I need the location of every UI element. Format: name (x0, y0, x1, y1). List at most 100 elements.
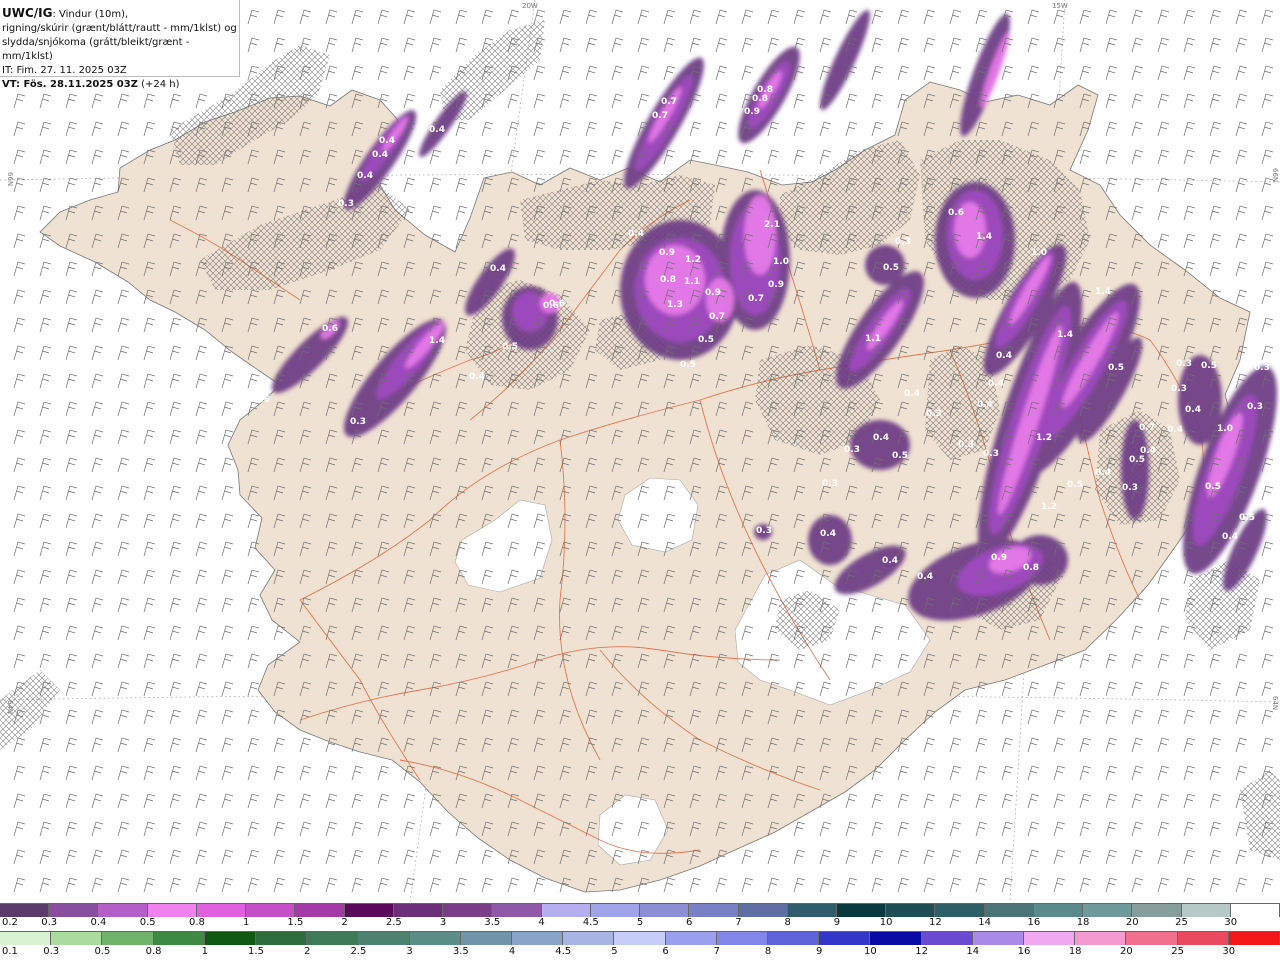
precip-value: 0.3 (338, 199, 354, 209)
precip-value: 0.5 (1108, 363, 1124, 373)
legend-swatch (1033, 904, 1084, 917)
precip-value: 0.5 (680, 360, 696, 370)
grid-label-15w: 15W (1052, 2, 1068, 10)
precip-value: 0.4 (820, 529, 836, 539)
precip-value: 0.3 (1171, 384, 1187, 394)
grid-label-64n-right: 64N (1271, 696, 1279, 710)
precip-value: 0.5 (1205, 482, 1221, 492)
legend-label: 0.2 (2, 917, 18, 928)
legend-snow-colorbar (0, 903, 1280, 917)
precip-value: 0.4 (977, 400, 993, 410)
legend-swatch (787, 904, 837, 917)
legend-swatch (870, 932, 922, 945)
legend-rain-colorbar (0, 931, 1280, 945)
map-header: UWC/IG: Vindur (10m), rigning/skúrir (gr… (0, 0, 240, 90)
precip-value: 0.4 (1222, 532, 1238, 542)
forecast-lead: (+24 h) (137, 79, 180, 90)
legend-swatch (1132, 904, 1182, 917)
legend-swatch (147, 904, 197, 917)
legend-swatch (0, 904, 50, 917)
legend-label: 2.5 (385, 917, 402, 928)
precip-value: 0.4 (1185, 405, 1201, 415)
legend-label: 0.5 (94, 946, 111, 957)
legend-label: 14 (978, 917, 991, 928)
legend-label: 2 (304, 946, 311, 957)
precip-value: 0.4 (1140, 446, 1156, 456)
precip-value: 0.6 (948, 208, 964, 218)
weather-map[interactable]: 0.40.60.40.40.40.30.70.70.80.80.90.92.10… (0, 0, 1280, 902)
legend-label: 4 (538, 917, 545, 928)
legend-label: 18 (1068, 946, 1082, 957)
legend-label: 0.5 (139, 917, 156, 928)
legend-swatch (563, 932, 615, 945)
precip-value: 1.0 (1031, 248, 1047, 258)
precip-value: 0.4 (490, 264, 506, 274)
legend-swatch (1083, 904, 1133, 917)
precip-value: 0.4 (873, 433, 889, 443)
legend-label: 20 (1125, 917, 1139, 928)
legend-swatch (98, 904, 148, 917)
legend-label: 7 (713, 946, 720, 957)
precip-value: 0.6 (543, 301, 559, 311)
precip-value: 0.7 (661, 97, 677, 107)
precip-value: 0.3 (844, 445, 860, 455)
legend-label: 10 (879, 917, 893, 928)
legend-label: 3 (439, 917, 447, 928)
legend-label: 20 (1120, 946, 1133, 957)
precip-value: 0.3 (926, 409, 942, 419)
legend-swatch (49, 904, 99, 917)
precip-value: 0.7 (709, 312, 725, 322)
legend-label: 2 (341, 917, 348, 928)
precip-value: 0.3 (1254, 363, 1270, 373)
precip-value: 0.5 (1201, 361, 1217, 371)
legend-label: 0.1 (2, 946, 18, 957)
legend-swatch (256, 932, 308, 945)
precip-value: 0.7 (748, 294, 764, 304)
legend-swatch (246, 904, 296, 917)
legend-label: 12 (929, 917, 942, 928)
legend-label: 9 (816, 946, 823, 957)
legend-swatch (972, 932, 1025, 945)
legend-swatch (196, 904, 247, 917)
precip-value: 0.3 (1176, 359, 1192, 369)
legend-label: 30 (1224, 917, 1238, 928)
legend-swatch (102, 932, 154, 945)
legend-swatch (716, 932, 769, 945)
legend-swatch (492, 904, 542, 917)
precip-value: 0.5 (1067, 480, 1083, 490)
precip-value: 1.0 (773, 257, 789, 267)
precip-value: 0.4 (1095, 468, 1111, 478)
precip-value: 0.5 (883, 263, 899, 273)
precip-value: 0.5 (1129, 455, 1145, 465)
legend-label: 5 (636, 917, 644, 928)
legend-swatch (984, 904, 1034, 917)
precip-value: 0.4 (628, 229, 644, 239)
legend-swatch (886, 904, 936, 917)
legend-label: 6 (662, 946, 669, 957)
precip-value: 0.4 (357, 171, 373, 181)
precip-value: 0.4 (469, 372, 485, 382)
legend-label: 25 (1175, 917, 1188, 928)
header-line1: : Vindur (10m), (52, 9, 129, 20)
precip-value: 1.1 (684, 277, 700, 287)
legend-swatch (689, 904, 739, 917)
precip-value: 0.5 (1239, 513, 1255, 523)
legend-swatch (921, 932, 973, 945)
legend-swatch (1075, 932, 1127, 945)
legend-label: 16 (1017, 946, 1031, 957)
precip-value: 2.1 (764, 220, 780, 230)
precip-value: 0.4 (882, 556, 898, 566)
legend-label: 0.3 (41, 917, 58, 928)
legend-label: 25 (1171, 946, 1184, 957)
legend-label: 0.4 (90, 917, 107, 928)
legend-label: 8 (764, 946, 772, 957)
legend-swatch (819, 932, 871, 945)
precip-value: 1.2 (1041, 502, 1057, 512)
legend-label: 1.5 (248, 946, 264, 957)
legend-swatch (307, 932, 359, 945)
legend-swatch (409, 932, 461, 945)
legend-swatch (935, 904, 985, 917)
legend-label: 16 (1027, 917, 1041, 928)
legend-label: 12 (915, 946, 928, 957)
legend-label: 7 (735, 917, 742, 928)
